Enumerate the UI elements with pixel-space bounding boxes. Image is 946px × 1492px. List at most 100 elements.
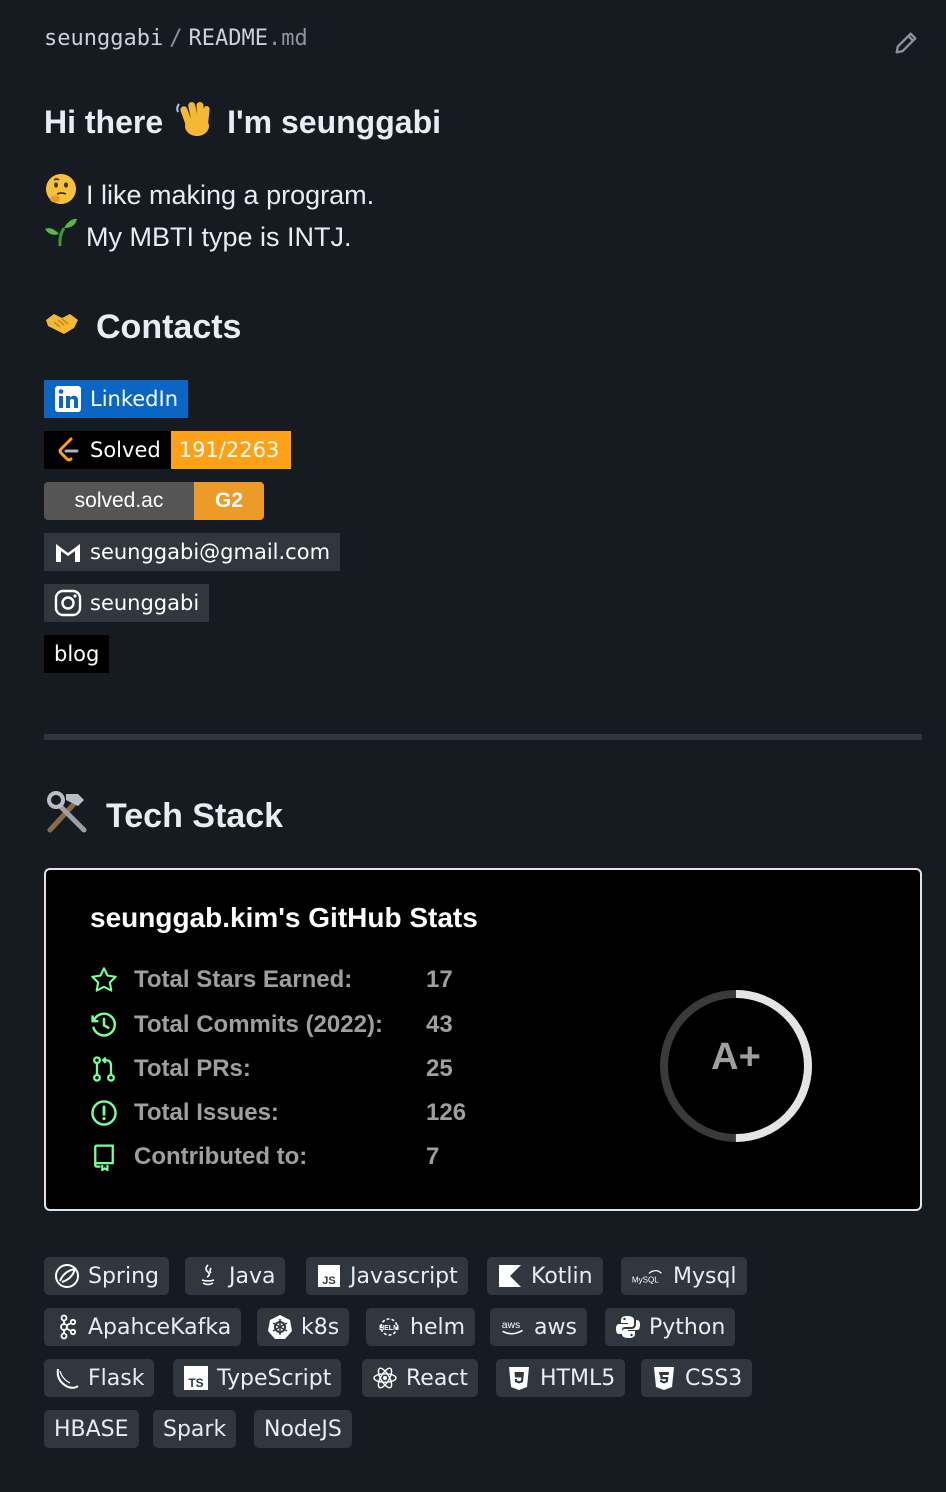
leetcode-value: 191/2263 <box>178 438 280 462</box>
flask-icon <box>54 1365 80 1391</box>
skill-badge-hbase: HBASE <box>44 1410 139 1448</box>
react-icon <box>372 1365 398 1391</box>
repo-icon <box>94 1144 114 1171</box>
stat-label: Contributed to: <box>134 1143 308 1170</box>
solvedac-tier: G2 <box>214 489 243 512</box>
contacts-heading: Contacts <box>44 308 241 347</box>
solvedac-label: solved.ac <box>74 489 164 512</box>
instagram-badge[interactable]: seunggabi <box>44 584 210 622</box>
skill-label: React <box>406 1365 469 1391</box>
seedling-icon <box>44 214 78 260</box>
linkedin-label: LinkedIn <box>90 387 179 411</box>
tech-stack-heading: Tech Stack <box>44 790 283 843</box>
intro-line-2: My MBTI type is INTJ. <box>86 222 352 252</box>
skill-badge-javascript: JS Javascript <box>306 1257 468 1295</box>
kafka-icon <box>54 1314 80 1340</box>
edit-file-button[interactable] <box>890 26 922 60</box>
email-badge[interactable]: seunggabi@gmail.com <box>44 533 341 571</box>
python-icon <box>615 1314 641 1340</box>
contacts-heading-text: Contacts <box>96 308 242 346</box>
leetcode-label: Solved <box>90 438 161 462</box>
skill-label: CSS3 <box>685 1365 743 1391</box>
github-stats-card: seunggab.kim's GitHub Stats Total Stars … <box>44 868 922 1211</box>
stats-title: seunggab.kim's GitHub Stats <box>90 902 478 933</box>
skill-badge-nodejs: NodeJS <box>254 1410 352 1448</box>
stat-row: Total Commits (2022): 43 <box>88 1010 453 1040</box>
breadcrumb: seunggabi / README.md <box>44 26 308 51</box>
java-icon <box>195 1263 221 1289</box>
skill-label: Javascript <box>350 1263 458 1289</box>
stat-label: Total PRs: <box>134 1055 251 1082</box>
skill-label: Python <box>649 1314 726 1340</box>
greeting-text: Hi there <box>44 103 164 140</box>
spring-icon <box>54 1263 80 1289</box>
skill-badge-aws: aws aws <box>490 1308 587 1346</box>
intro-text: I like making a program. My MBTI type is… <box>44 174 374 258</box>
rank-grade: A+ <box>711 1036 761 1078</box>
skill-badge-helm: HELM helm <box>366 1308 476 1346</box>
skill-badge-mysql: MySQL Mysql <box>621 1257 747 1295</box>
skill-label: HTML5 <box>540 1365 616 1391</box>
intro-line-1: I like making a program. <box>86 180 375 210</box>
file-extension: .md <box>267 26 308 51</box>
linkedin-badge[interactable]: LinkedIn <box>44 380 189 418</box>
stat-row: Total Stars Earned: 17 <box>88 965 453 995</box>
svg-text:TS: TS <box>188 1376 203 1390</box>
hammer-and-wrench-icon <box>44 790 90 843</box>
skill-badge-spark: Spark <box>153 1410 237 1448</box>
breadcrumb-owner[interactable]: seunggabi <box>44 26 163 51</box>
solvedac-badge[interactable]: solved.ac G2 <box>44 482 264 520</box>
leetcode-badge[interactable]: Solved 191/2263 <box>44 431 292 469</box>
stat-value: 7 <box>426 1143 440 1170</box>
linkedin-icon <box>55 386 81 412</box>
stat-value: 25 <box>426 1055 453 1082</box>
skill-badge-spring: Spring <box>44 1257 169 1295</box>
handshake-icon <box>44 308 80 347</box>
skill-badge-css3: CSS3 <box>641 1359 753 1397</box>
skill-badge-react: React <box>362 1359 479 1397</box>
svg-text:JS: JS <box>322 1275 335 1287</box>
pull-request-icon <box>93 1056 115 1082</box>
greeting-suffix: I'm seunggabi <box>227 103 441 140</box>
stat-value: 43 <box>426 1011 453 1038</box>
gmail-icon <box>56 544 80 562</box>
stat-row: Total PRs: 25 <box>88 1054 453 1084</box>
skill-label: ApahceKafka <box>88 1314 232 1340</box>
skill-label: HBASE <box>54 1416 129 1442</box>
skill-label: NodeJS <box>264 1416 342 1442</box>
stat-value: 17 <box>426 966 453 993</box>
tech-stack-heading-text: Tech Stack <box>106 797 284 835</box>
css3-icon <box>651 1365 677 1391</box>
breadcrumb-file: README.md <box>188 26 307 51</box>
skill-label: TypeScript <box>217 1365 332 1391</box>
breadcrumb-separator: / <box>169 26 183 51</box>
skill-label: helm <box>410 1314 466 1340</box>
stat-row: Contributed to: 7 <box>88 1142 439 1172</box>
issue-icon <box>91 1100 117 1126</box>
page-title: Hi there I'm seunggabi <box>44 96 441 148</box>
skill-badge-kotlin: Kotlin <box>487 1257 603 1295</box>
typescript-icon: TS <box>183 1365 209 1391</box>
skill-badge-typescript: TS TypeScript <box>173 1359 342 1397</box>
aws-icon: aws <box>500 1314 526 1340</box>
blog-badge[interactable]: blog <box>44 635 110 673</box>
stat-label: Total Issues: <box>134 1099 279 1126</box>
skill-badge-k8s: k8s <box>257 1308 350 1346</box>
kotlin-icon <box>497 1263 523 1289</box>
file-name: README <box>188 26 268 51</box>
instagram-icon <box>54 589 82 617</box>
skill-label: Kotlin <box>531 1263 593 1289</box>
svg-text:HELM: HELM <box>379 1325 399 1332</box>
pencil-icon <box>895 32 917 54</box>
history-icon <box>91 1012 117 1037</box>
svg-text:aws: aws <box>502 1320 520 1331</box>
skill-badge-python: Python <box>605 1308 736 1346</box>
star-icon <box>91 967 117 992</box>
thinking-face-icon <box>44 172 78 218</box>
skill-label: Spark <box>163 1416 227 1442</box>
mysql-icon: MySQL <box>631 1263 665 1289</box>
javascript-icon: JS <box>316 1263 342 1289</box>
svg-text:MySQL: MySQL <box>632 1275 659 1284</box>
horizontal-rule <box>44 734 922 740</box>
skill-label: Flask <box>88 1365 145 1391</box>
